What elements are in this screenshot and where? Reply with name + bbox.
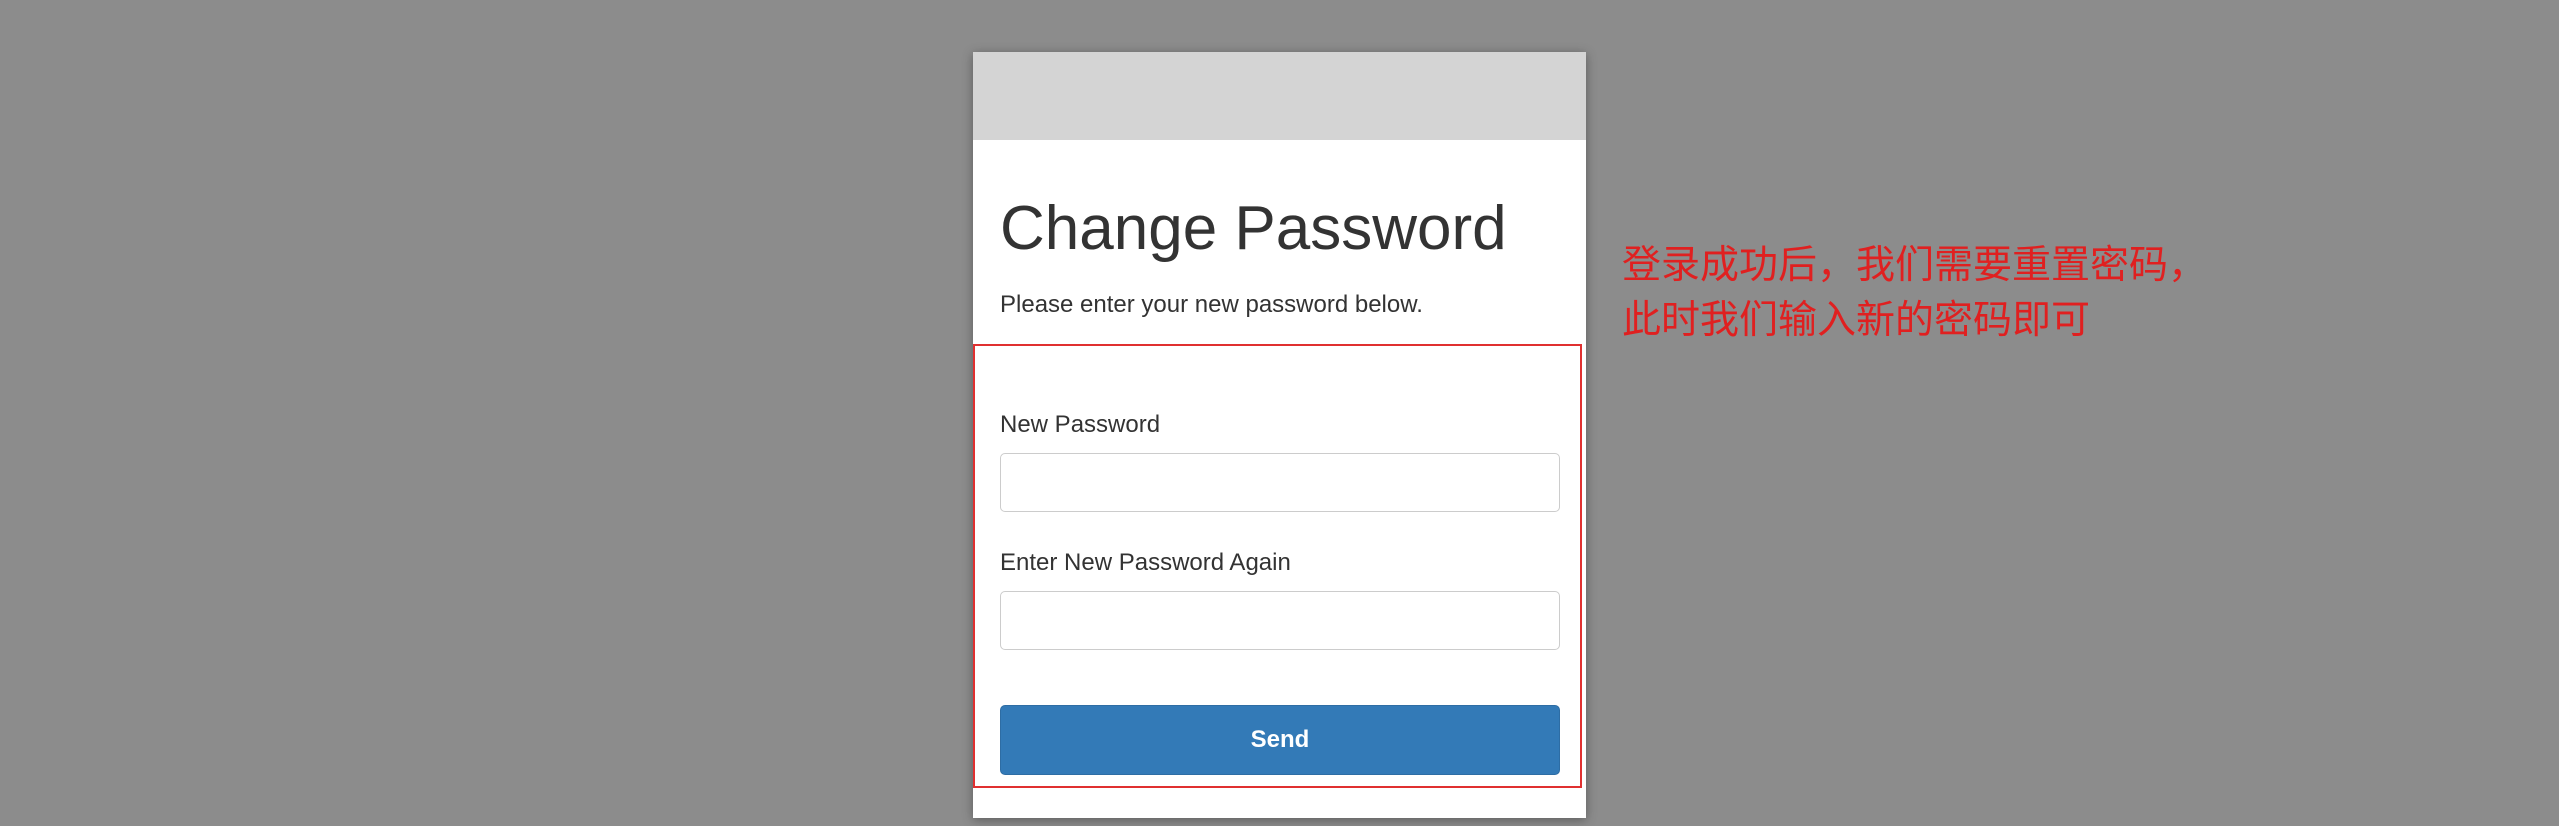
annotation-text: 登录成功后，我们需要重置密码， 此时我们输入新的密码即可 xyxy=(1622,238,2207,348)
new-password-input[interactable] xyxy=(1000,453,1560,512)
new-password-label: New Password xyxy=(1000,411,1161,438)
screen: Change Password Please enter your new pa… xyxy=(0,0,2559,826)
annotation-line-2: 此时我们输入新的密码即可 xyxy=(1622,298,2091,343)
send-button[interactable]: Send xyxy=(1000,705,1560,775)
page-title: Change Password xyxy=(1000,194,1507,263)
confirm-password-label: Enter New Password Again xyxy=(1000,549,1291,576)
card-header xyxy=(973,52,1586,140)
change-password-card: Change Password Please enter your new pa… xyxy=(973,52,1586,818)
confirm-password-input[interactable] xyxy=(1000,591,1560,650)
annotation-line-1: 登录成功后，我们需要重置密码， xyxy=(1622,243,2208,288)
page-subtitle: Please enter your new password below. xyxy=(1000,291,1423,318)
